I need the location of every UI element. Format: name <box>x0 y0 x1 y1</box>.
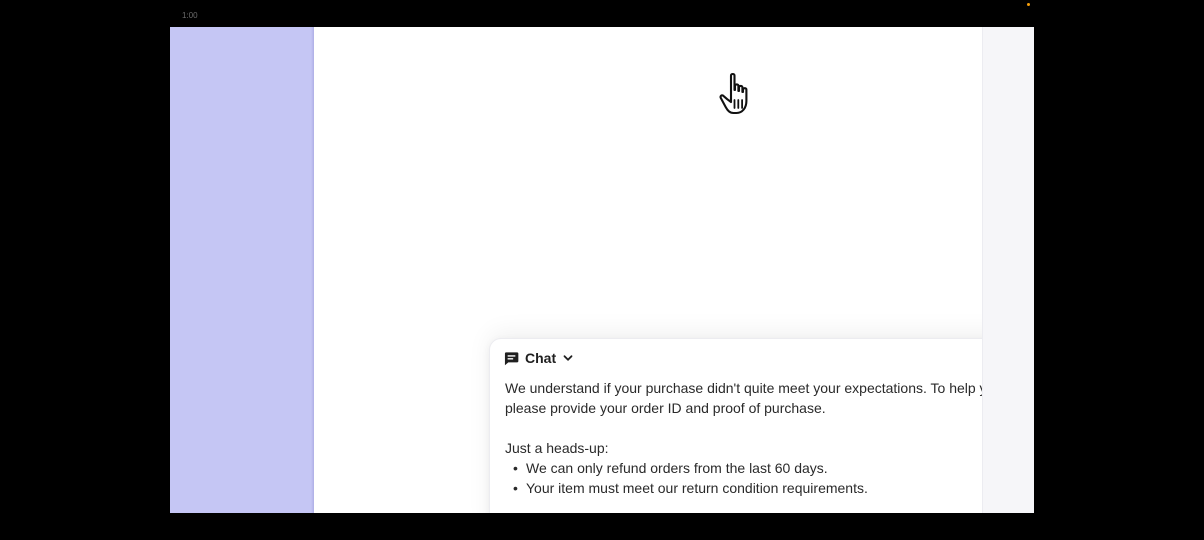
list-item-text: We can only refund orders from the last … <box>526 460 828 476</box>
list-item: • Your item must meet our return conditi… <box>505 478 1034 498</box>
chat-mode-dropdown[interactable]: Chat <box>504 350 574 366</box>
app-viewport: Chat We understand if your purchase didn… <box>170 27 1034 513</box>
recording-timestamp: 1:00 <box>182 11 198 20</box>
chevron-down-icon <box>563 355 573 361</box>
left-sidebar-panel <box>170 27 314 513</box>
message-paragraph: We understand if your purchase didn't qu… <box>505 380 1034 416</box>
bullet-glyph: • <box>513 480 518 496</box>
chat-mode-label: Chat <box>525 350 557 366</box>
bullet-glyph: • <box>513 460 518 476</box>
main-content-panel: Chat We understand if your purchase didn… <box>314 27 1034 513</box>
list-item: • We can only refund orders from the las… <box>505 458 1034 478</box>
chat-message: We understand if your purchase didn't qu… <box>505 378 1034 498</box>
recording-indicator <box>1027 3 1030 6</box>
right-side-strip <box>982 27 1034 513</box>
requirements-list: • We can only refund orders from the las… <box>505 458 1034 498</box>
hand-pointer-icon <box>719 72 748 115</box>
chat-bubble-icon <box>504 351 519 365</box>
list-item-text: Your item must meet our return condition… <box>526 480 868 496</box>
headsup-label: Just a heads-up: <box>505 440 609 456</box>
chat-panel: Chat We understand if your purchase didn… <box>489 338 1034 513</box>
